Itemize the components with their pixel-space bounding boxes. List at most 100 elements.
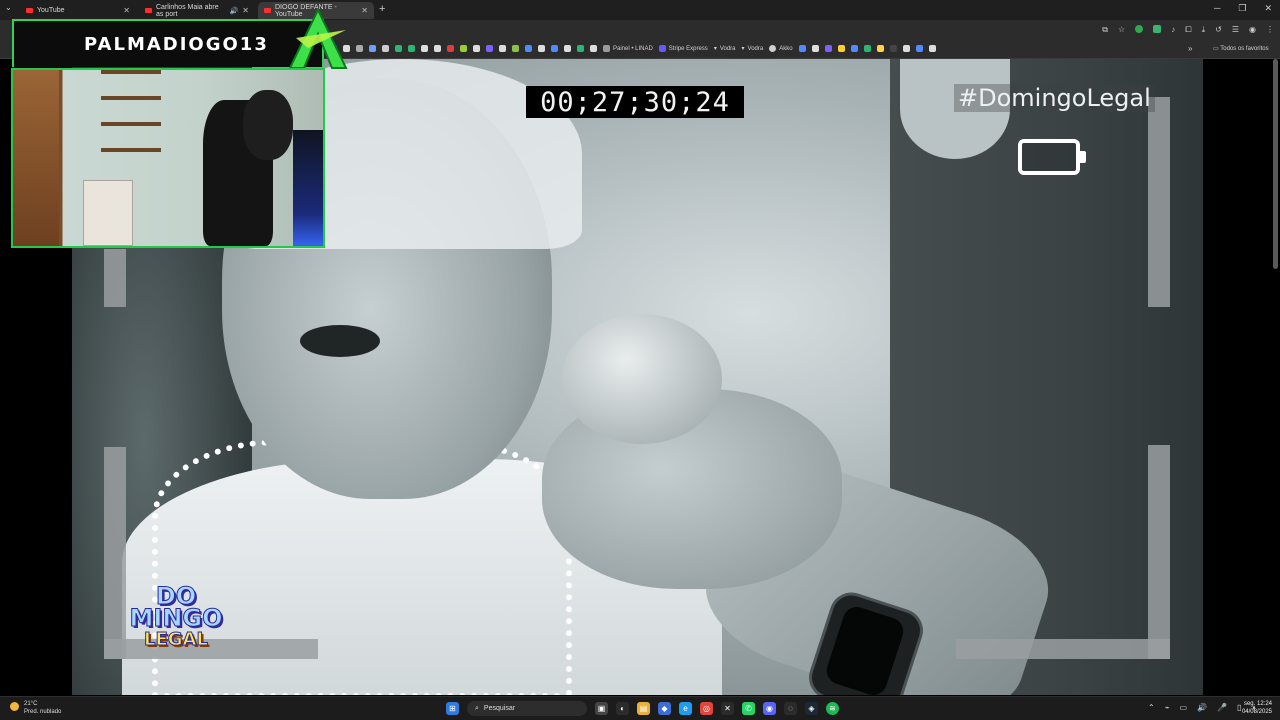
bookmark-icon[interactable]: [356, 45, 363, 52]
bookmark-icon[interactable]: [837, 45, 845, 52]
tab-search-chevron-icon[interactable]: ⌄: [5, 3, 12, 12]
chrome-icon[interactable]: ◎: [700, 702, 713, 715]
task-view-icon[interactable]: ▣: [595, 702, 608, 715]
tab-youtube[interactable]: YouTube ✕: [20, 2, 136, 19]
taskbar-clock[interactable]: seg. 12:24 04/08/2025: [1238, 700, 1272, 716]
webcam-door: [13, 70, 59, 246]
app-icon[interactable]: ✕: [721, 702, 734, 715]
all-bookmarks-label: Todos os favoritos: [1220, 46, 1269, 52]
bookmark-favicon-icon: [603, 45, 610, 52]
window-controls: ─ ❐ ✕: [1214, 3, 1272, 14]
bookmark-list: Painel • LINAD Stripe Express ▾ Vodra ▾ …: [330, 45, 936, 52]
bookmark-icon[interactable]: [512, 45, 519, 52]
bookmark-icon[interactable]: [824, 45, 832, 52]
bookmark-icon[interactable]: [811, 45, 819, 52]
downloads-icon[interactable]: ⤓: [1202, 25, 1206, 35]
bookmark-icon[interactable]: [447, 45, 454, 52]
file-explorer-icon[interactable]: ▤: [637, 702, 650, 715]
bookmark-painel-linad[interactable]: Painel • LINAD: [603, 45, 653, 52]
youtube-favicon-icon: [264, 8, 271, 13]
bookmark-icon[interactable]: [395, 45, 402, 52]
bookmark-icon[interactable]: [928, 45, 936, 52]
bookmark-vodra-1[interactable]: ▾ Vodra: [714, 45, 736, 53]
bookmark-icon[interactable]: [863, 45, 871, 52]
close-tab-icon[interactable]: ✕: [123, 6, 130, 15]
tab-label: Carlinhos Maia abre as port: [156, 3, 219, 18]
new-tab-button[interactable]: +: [379, 3, 385, 15]
akko-icon: [769, 45, 777, 52]
extension-green-icon[interactable]: [1135, 25, 1144, 33]
bookmark-icon[interactable]: [915, 45, 923, 52]
bookmark-icon[interactable]: [902, 45, 910, 52]
media-control-icon[interactable]: ♪: [1171, 25, 1175, 35]
tray-overflow-icon[interactable]: ⌃: [1148, 703, 1155, 712]
bookmark-icon[interactable]: [421, 45, 428, 52]
bookmark-icon[interactable]: [408, 45, 415, 52]
reading-list-icon[interactable]: ☰: [1232, 25, 1239, 35]
toolbar-icons: ⧉ ☆ ♪ ⧠ ⤓ ↺ ☰ ◉ ⋮: [1102, 25, 1274, 35]
weather-description: Pred. nublado: [24, 709, 62, 715]
tab-label: YouTube: [37, 7, 65, 14]
bookmark-akko[interactable]: Akko: [769, 45, 793, 52]
bookmark-icon[interactable]: [590, 45, 597, 52]
close-tab-icon[interactable]: ✕: [361, 6, 368, 15]
tray-usb-icon[interactable]: ⌁: [1165, 703, 1170, 712]
bookmark-icon[interactable]: [577, 45, 584, 52]
taskbar-apps: ⊞ ⌕ Pesquisar ▣ ◐ ▤ ◆ e ◎ ✕ ✆ ◉ ◌ ◈ ≋: [446, 701, 839, 716]
weather-widget[interactable]: 21°C Pred. nublado: [10, 700, 61, 716]
bookmark-star-icon[interactable]: ☆: [1118, 25, 1125, 35]
profile-avatar-icon[interactable]: ◉: [1249, 25, 1256, 35]
tab-carlinhos-maia[interactable]: Carlinhos Maia abre as port 🔊 ✕: [139, 2, 255, 19]
bookmark-icon[interactable]: [798, 45, 806, 52]
taskbar-search[interactable]: ⌕ Pesquisar: [467, 701, 587, 716]
extensions-puzzle-icon[interactable]: ⧠: [1185, 25, 1191, 35]
frame-bracket-right: [1148, 445, 1170, 659]
close-window-icon[interactable]: ✕: [1264, 3, 1272, 14]
tray-mic-icon[interactable]: 🎤: [1217, 703, 1227, 712]
start-windows-icon[interactable]: ⊞: [446, 702, 459, 715]
clock-date: 04/08/2025: [1241, 709, 1272, 715]
audio-playing-icon[interactable]: 🔊: [230, 7, 239, 15]
bookmark-icon[interactable]: [538, 45, 545, 52]
bookmark-icon[interactable]: [850, 45, 858, 52]
steam-icon[interactable]: ◈: [805, 702, 818, 715]
bookmark-label: Akko: [779, 45, 793, 52]
close-tab-icon[interactable]: ✕: [242, 6, 249, 15]
bookmark-vodra-2[interactable]: ▾ Vodra: [742, 45, 764, 53]
store-icon[interactable]: ◆: [658, 702, 671, 715]
edge-icon[interactable]: e: [679, 702, 692, 715]
bookmark-icon[interactable]: [369, 45, 376, 52]
minimize-icon[interactable]: ─: [1214, 3, 1220, 14]
install-app-icon[interactable]: ⧉: [1102, 25, 1108, 35]
bookmark-stripe-express[interactable]: Stripe Express: [658, 45, 708, 52]
bookmark-icon[interactable]: [460, 45, 467, 52]
bookmark-icon[interactable]: [499, 45, 506, 52]
streamer-nameplate: PALMADIOGO13: [12, 19, 324, 67]
bookmark-icon[interactable]: [564, 45, 571, 52]
more-bookmarks-icon[interactable]: »: [1188, 44, 1192, 53]
tray-network-icon[interactable]: ▭: [1180, 703, 1188, 712]
whatsapp-icon[interactable]: ✆: [742, 702, 755, 715]
page-scrollbar[interactable]: [1273, 59, 1278, 269]
all-bookmarks-button[interactable]: ▭ Todos os favoritos: [1213, 45, 1269, 52]
copilot-icon[interactable]: ◐: [616, 702, 629, 715]
bookmark-label: Stripe Express: [668, 45, 708, 52]
extension-icon[interactable]: [1153, 25, 1162, 33]
bookmark-icon[interactable]: [486, 45, 493, 52]
bookmark-icon[interactable]: [434, 45, 441, 52]
spotify-icon[interactable]: ≋: [826, 702, 839, 715]
tray-volume-icon[interactable]: 🔊: [1197, 703, 1207, 712]
bookmark-icon[interactable]: [876, 45, 884, 52]
youtube-favicon-icon: [145, 8, 152, 13]
menu-kebab-icon[interactable]: ⋮: [1266, 25, 1274, 35]
history-icon[interactable]: ↺: [1215, 25, 1222, 35]
bookmark-icon[interactable]: [382, 45, 389, 52]
bookmark-icon[interactable]: [473, 45, 480, 52]
discord-icon[interactable]: ◉: [763, 702, 776, 715]
bookmark-icon[interactable]: [525, 45, 532, 52]
bookmark-icon[interactable]: [551, 45, 558, 52]
maximize-icon[interactable]: ❐: [1238, 3, 1246, 14]
logo-line-2: MINGO: [129, 604, 223, 632]
bookmark-icon[interactable]: [889, 45, 897, 52]
obs-icon[interactable]: ◌: [784, 702, 797, 715]
